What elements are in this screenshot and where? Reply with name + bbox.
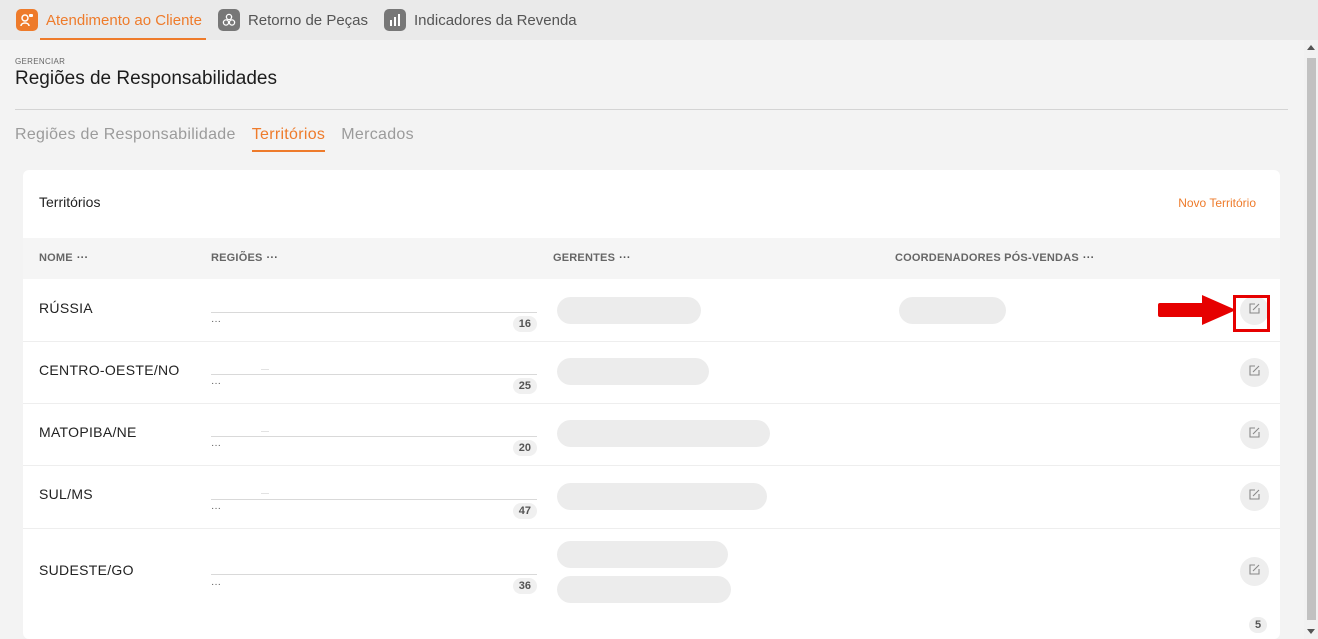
column-menu-icon[interactable]: ··· [267, 252, 279, 264]
table-row[interactable]: CENTRO-OESTE/NO ··· 25 [23, 341, 1280, 404]
regions-count-badge: 25 [512, 378, 537, 394]
scrollbar[interactable] [1304, 40, 1318, 639]
main-content: GERENCIAR Regiões de Responsabilidades R… [0, 40, 1304, 639]
edit-button[interactable] [1240, 358, 1269, 387]
nav-item-label: Retorno de Peças [247, 11, 369, 29]
column-menu-icon[interactable]: ··· [1083, 252, 1095, 264]
table-row[interactable]: SUDESTE/GO ··· 36 [23, 528, 1280, 609]
regions-faint-mark [261, 431, 269, 432]
regions-line [211, 436, 537, 437]
column-header-nome[interactable]: NOME ··· [39, 252, 88, 264]
nav-item-label: Atendimento ao Cliente [46, 11, 202, 29]
territory-name: RÚSSIA [39, 300, 93, 316]
manager-chip [557, 576, 731, 603]
bar-chart-icon [384, 9, 407, 31]
regions-count-badge: 36 [512, 578, 537, 594]
regions-cell: ··· 20 [211, 403, 537, 465]
column-header-regioes[interactable]: REGIÕES ··· [211, 252, 278, 264]
table-header: NOME ··· REGIÕES ··· GERENTES ··· COORDENAD… [23, 238, 1280, 279]
territories-card: Territórios Novo Território NOME ··· REGI… [23, 170, 1280, 639]
manager-chip [557, 541, 728, 568]
regions-line [211, 312, 537, 313]
red-arrow-annotation [1158, 295, 1236, 325]
customer-service-icon [16, 9, 38, 31]
edit-icon [1248, 563, 1261, 581]
regions-cell: ··· 25 [211, 341, 537, 403]
regions-faint-mark [261, 369, 269, 370]
regions-cell: ··· 16 [211, 279, 537, 341]
territory-name: CENTRO-OESTE/NO [39, 362, 180, 378]
column-header-coordenadores[interactable]: COORDENADORES PÓS-VENDAS ··· [895, 252, 1094, 264]
edit-button[interactable] [1240, 557, 1269, 586]
table-row[interactable]: MATOPIBA/NE ··· 20 [23, 403, 1280, 466]
edit-icon [1248, 488, 1261, 506]
new-territory-button[interactable]: Novo Território [1178, 196, 1256, 210]
scroll-up-icon[interactable] [1307, 45, 1315, 50]
regions-count-badge: 16 [512, 316, 537, 332]
regions-more[interactable]: ··· [211, 378, 221, 389]
regions-count-badge: 47 [512, 503, 537, 519]
regions-more[interactable]: ··· [211, 579, 221, 590]
divider [15, 109, 1288, 110]
coordinator-chip [899, 297, 1006, 324]
annotation-highlight-box [1233, 295, 1270, 332]
tab-regioes[interactable]: Regiões de Responsabilidade [15, 126, 236, 152]
total-count-badge: 5 [1249, 617, 1268, 633]
parts-return-icon [217, 9, 240, 31]
edit-button[interactable] [1240, 420, 1269, 449]
territory-name: MATOPIBA/NE [39, 424, 137, 440]
page-title: Regiões de Responsabilidades [15, 68, 277, 89]
table-row[interactable]: RÚSSIA ··· 16 [23, 279, 1280, 342]
card-title: Territórios [39, 194, 101, 210]
regions-more[interactable]: ··· [211, 503, 221, 514]
nav-item-indicadores[interactable]: Indicadores da Revenda [376, 0, 585, 40]
manager-chip [557, 358, 709, 385]
regions-more[interactable]: ··· [211, 440, 221, 451]
top-navigation: Atendimento ao Cliente Retorno de Peças … [0, 0, 1318, 40]
regions-count-badge: 20 [512, 440, 537, 456]
manager-chip [557, 420, 770, 447]
table-row[interactable]: SUL/MS ··· 47 [23, 465, 1280, 529]
manager-chip [557, 483, 767, 510]
territory-name: SUDESTE/GO [39, 562, 134, 578]
regions-cell: ··· 36 [211, 528, 537, 609]
regions-faint-mark [261, 493, 269, 494]
regions-more[interactable]: ··· [211, 316, 221, 327]
tab-mercados[interactable]: Mercados [341, 126, 414, 152]
page-kicker: GERENCIAR [15, 57, 66, 66]
edit-button[interactable] [1240, 482, 1269, 511]
column-header-gerentes[interactable]: GERENTES ··· [553, 252, 631, 264]
edit-icon [1248, 364, 1261, 382]
edit-icon [1248, 426, 1261, 444]
tab-bar: Regiões de Responsabilidade Territórios … [15, 126, 414, 152]
territory-name: SUL/MS [39, 486, 93, 502]
nav-item-atendimento[interactable]: Atendimento ao Cliente [0, 0, 210, 40]
scroll-down-icon[interactable] [1307, 629, 1315, 634]
manager-chip [557, 297, 701, 324]
tab-territorios[interactable]: Territórios [251, 126, 326, 152]
regions-line [211, 574, 537, 575]
nav-item-label: Indicadores da Revenda [414, 11, 577, 29]
regions-cell: ··· 47 [211, 465, 537, 528]
scrollbar-thumb[interactable] [1307, 58, 1316, 620]
regions-line [211, 374, 537, 375]
column-menu-icon[interactable]: ··· [77, 252, 89, 264]
regions-line [211, 499, 537, 500]
nav-item-retorno[interactable]: Retorno de Peças [210, 0, 376, 40]
column-menu-icon[interactable]: ··· [619, 252, 631, 264]
